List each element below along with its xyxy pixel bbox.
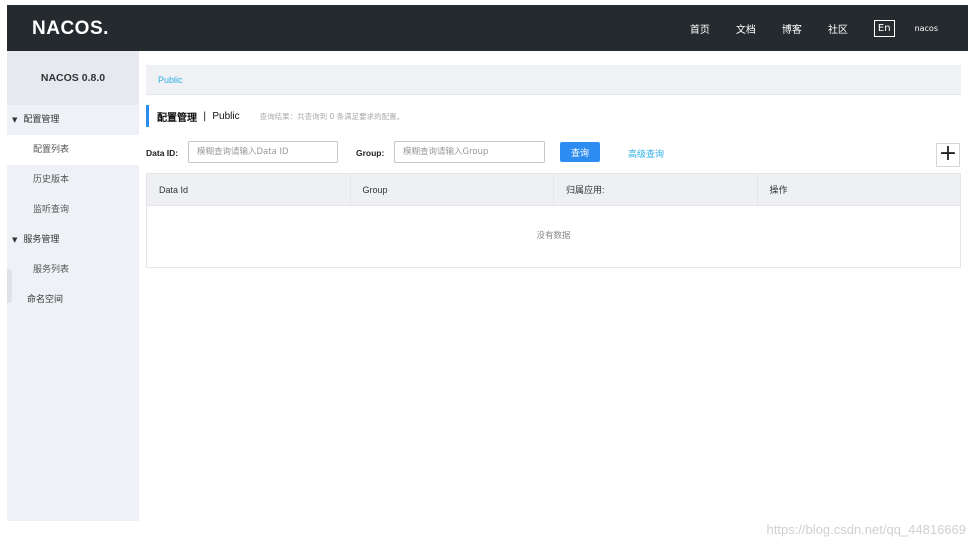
menu-group-service-label: 服务管理: [23, 235, 60, 245]
top-nav: 首页 文档 博客 社区 En nacos: [690, 5, 968, 51]
top-navbar: NACOS. 首页 文档 博客 社区 En nacos: [7, 5, 968, 51]
sidebar-item-namespace[interactable]: 命名空间: [7, 285, 139, 315]
menu-group-config-label: 配置管理: [23, 115, 60, 125]
nav-home[interactable]: 首页: [690, 21, 710, 36]
page-title-text: 配置管理: [157, 112, 197, 124]
sidebar-item-listener-query[interactable]: 监听查询: [7, 195, 139, 225]
filter-bar: Data ID: Group: 查询 高级查询 +: [146, 141, 961, 167]
page-title-namespace: Public: [212, 110, 240, 122]
group-label: Group:: [356, 148, 385, 158]
empty-state: 没有数据: [536, 231, 571, 241]
breadcrumb: Public: [146, 65, 961, 95]
watermark: https://blog.csdn.net/qq_44816669: [766, 522, 967, 537]
title-separator: |: [203, 110, 207, 122]
nav-docs[interactable]: 文档: [736, 21, 756, 36]
search-button[interactable]: 查询: [560, 142, 600, 162]
caret-down-icon: ▼: [12, 116, 18, 124]
sidebar-collapse-handle[interactable]: [7, 269, 12, 303]
column-actions: 操作: [769, 185, 788, 195]
language-toggle[interactable]: En: [873, 19, 895, 37]
column-data-id: Data Id: [147, 174, 351, 205]
config-table: Data Id Group 归属应用: 操作 没有数据: [146, 173, 961, 268]
add-config-button[interactable]: +: [936, 143, 960, 167]
nav-community[interactable]: 社区: [828, 21, 848, 36]
sidebar: NACOS 0.8.0 ▼ 配置管理 配置列表 历史版本 监听查询 ▼ 服务管理 服…: [7, 51, 139, 521]
table-header: Data Id Group 归属应用: 操作: [147, 174, 960, 206]
sidebar-item-history[interactable]: 历史版本: [7, 165, 139, 195]
advanced-query-link[interactable]: 高级查询: [628, 147, 664, 160]
user-name[interactable]: nacos: [915, 24, 938, 33]
breadcrumb-namespace[interactable]: Public: [158, 75, 183, 85]
menu-group-service[interactable]: ▼ 服务管理: [7, 225, 139, 255]
nav-blog[interactable]: 博客: [782, 21, 802, 36]
group-input[interactable]: [394, 141, 545, 163]
data-id-label: Data ID:: [146, 148, 179, 158]
version-label: NACOS 0.8.0: [7, 51, 139, 105]
nacos-logo[interactable]: NACOS.: [32, 18, 109, 40]
caret-down-icon: ▼: [12, 236, 18, 244]
sidebar-item-config-list[interactable]: 配置列表: [7, 135, 139, 165]
column-app: 归属应用:: [554, 174, 758, 205]
page-title: 配置管理 | Public 查询结果：共查询到 0 条满足要求的配置。: [146, 105, 404, 127]
main-content: Public 配置管理 | Public 查询结果：共查询到 0 条满足要求的配…: [139, 51, 968, 521]
data-id-input[interactable]: [188, 141, 338, 163]
menu-group-config[interactable]: ▼ 配置管理: [7, 105, 139, 135]
column-group: Group: [351, 174, 554, 205]
query-result-text: 查询结果：共查询到 0 条满足要求的配置。: [259, 111, 405, 121]
sidebar-item-service-list[interactable]: 服务列表: [7, 255, 139, 285]
